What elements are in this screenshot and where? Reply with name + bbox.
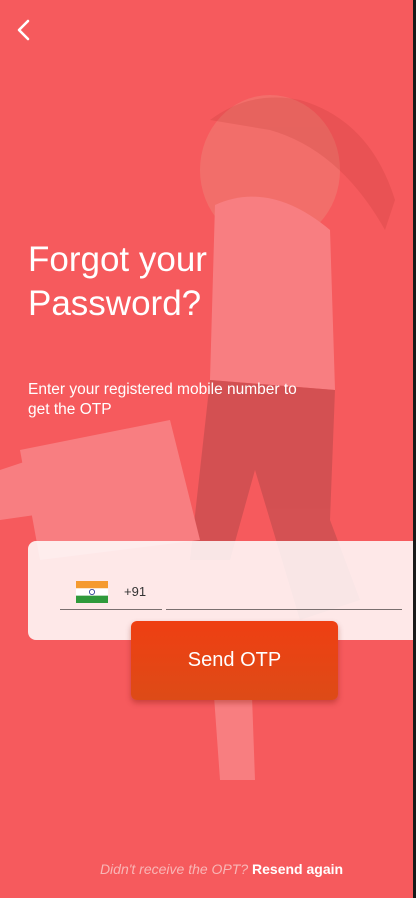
country-code: +91 — [124, 584, 147, 599]
forgot-password-screen: Forgot your Password? Enter your registe… — [0, 0, 413, 898]
subtitle-line-2: get the OTP — [28, 401, 112, 418]
mobile-number-input[interactable] — [166, 578, 402, 610]
chevron-left-icon — [17, 19, 30, 41]
subtitle-line-1: Enter your registered mobile number to — [28, 381, 297, 398]
resend-footer: Didn't receive the OPT? Resend again — [0, 861, 413, 877]
instructions-text: Enter your registered mobile number to g… — [28, 380, 368, 420]
title-line-1: Forgot your — [28, 240, 207, 279]
resend-again-link[interactable]: Resend again — [252, 861, 343, 877]
background-photo — [0, 95, 395, 780]
country-code-selector[interactable]: +91 — [60, 578, 162, 610]
resend-question: Didn't receive the OPT? — [99, 861, 249, 877]
title-line-2: Password? — [28, 284, 202, 323]
page-title: Forgot your Password? — [28, 238, 328, 326]
back-button[interactable] — [10, 16, 38, 44]
send-otp-button[interactable]: Send OTP — [131, 621, 338, 700]
india-flag-icon — [76, 581, 108, 603]
